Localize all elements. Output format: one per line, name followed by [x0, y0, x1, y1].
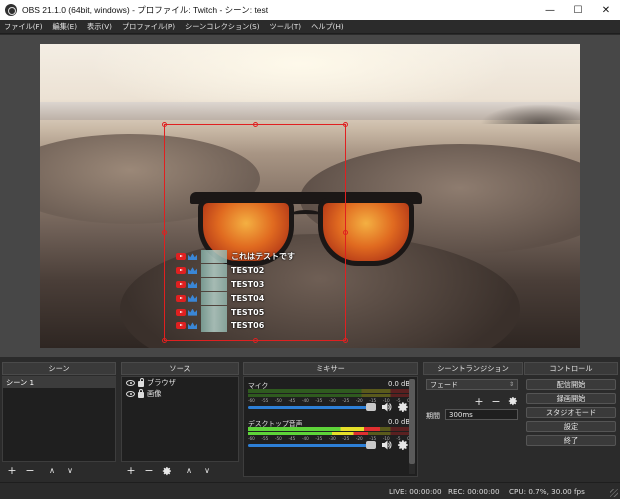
move-scene-up-button[interactable]: ∧ [46, 464, 58, 478]
scenes-dock-title: シーン [2, 362, 116, 375]
controls-dock: コントロール 配信開始 録画開始 スタジオモード 設定 終了 [524, 362, 618, 479]
gear-icon[interactable] [397, 439, 409, 451]
menu-bar: ファイル(F) 編集(E) 表示(V) プロファイル(P) シーンコレクション(… [0, 20, 620, 34]
volume-meter-level [248, 432, 368, 435]
menu-scene-collection[interactable]: シーンコレクション(S) [185, 22, 260, 32]
obs-logo-icon [5, 4, 17, 16]
source-item[interactable]: 画像 [122, 388, 238, 399]
volume-meter [248, 394, 410, 397]
minimize-button[interactable]: — [536, 0, 564, 20]
mixer-track-desktop: デスクトップ音声 0.0 dB -60 -55 -50 -45 -40 -35 -30 -25… [248, 418, 410, 462]
volume-meter-level [248, 427, 380, 431]
exit-button[interactable]: 終了 [526, 435, 616, 446]
duration-input[interactable]: 300ms [445, 409, 518, 420]
sources-toolbar: + − ∧ ∨ [121, 462, 239, 479]
transition-toolbar: + − [473, 394, 519, 408]
gear-icon[interactable] [397, 401, 409, 413]
menu-view[interactable]: 表示(V) [87, 22, 112, 32]
cpu-fps: CPU: 0.7%, 30.00 fps [509, 487, 585, 496]
resize-handle-right[interactable] [343, 230, 348, 235]
menu-help[interactable]: ヘルプ(H) [311, 22, 344, 32]
resize-handle-bottom[interactable] [253, 338, 258, 343]
start-streaming-button[interactable]: 配信開始 [526, 379, 616, 390]
controls-dock-title: コントロール [524, 362, 618, 375]
preview-canvas[interactable]: これはテストです TEST02 TEST03 TEST04 TEST05 TES… [40, 44, 580, 348]
menu-profile[interactable]: プロファイル(P) [122, 22, 175, 32]
background-trees [480, 104, 580, 124]
move-source-down-button[interactable]: ∨ [201, 464, 213, 478]
volume-meter [248, 427, 410, 431]
volume-slider-knob[interactable] [366, 441, 376, 449]
scrollbar-thumb[interactable] [409, 379, 415, 464]
title-bar: OBS 21.1.0 (64bit, windows) - プロファイル: Tw… [0, 0, 620, 20]
source-item-label: 画像 [147, 388, 162, 398]
resize-handle-top[interactable] [253, 122, 258, 127]
scenes-dock: シーン シーン 1 + − ∧ ∨ [2, 362, 116, 479]
scenes-toolbar: + − ∧ ∨ [2, 462, 116, 479]
resize-handle-top-left[interactable] [162, 122, 167, 127]
mixer-scrollbar[interactable] [409, 379, 415, 474]
source-selection-box[interactable] [162, 122, 348, 343]
source-properties-gear-icon[interactable] [161, 464, 173, 478]
lock-icon[interactable] [138, 388, 144, 398]
volume-slider[interactable] [248, 403, 376, 411]
visibility-eye-icon[interactable] [126, 390, 135, 397]
add-source-button[interactable]: + [125, 464, 137, 478]
settings-button[interactable]: 設定 [526, 421, 616, 432]
remove-transition-button[interactable]: − [490, 394, 502, 408]
resize-handle-bottom-right[interactable] [343, 338, 348, 343]
start-recording-button[interactable]: 録画開始 [526, 393, 616, 404]
volume-meter [248, 389, 410, 393]
close-button[interactable]: ✕ [592, 0, 620, 20]
scenes-list[interactable]: シーン 1 [2, 376, 116, 462]
scene-item[interactable]: シーン 1 [3, 377, 115, 388]
preview-area[interactable]: これはテストです TEST02 TEST03 TEST04 TEST05 TES… [0, 35, 620, 357]
sources-dock-title: ソース [121, 362, 239, 375]
resize-handle-bottom-left[interactable] [162, 338, 167, 343]
maximize-button[interactable]: ☐ [564, 0, 592, 20]
transitions-dock-title: シーントランジション [423, 362, 523, 375]
transition-select[interactable]: フェード ⇕ [426, 379, 518, 390]
speaker-icon[interactable] [381, 439, 392, 451]
mixer-body: マイク 0.0 dB -60 -55 -50 -45 -40 -35 -30 -25 -20 -1… [243, 376, 418, 477]
track-db: 0.0 dB [388, 418, 410, 426]
mixer-dock-title: ミキサー [243, 362, 418, 375]
resize-grip[interactable] [610, 489, 618, 497]
volume-slider[interactable] [248, 441, 376, 449]
add-transition-button[interactable]: + [473, 394, 485, 408]
resize-handle-top-right[interactable] [343, 122, 348, 127]
mixer-dock: ミキサー マイク 0.0 dB -60 -55 -50 -45 -40 -35 -30 -25… [243, 362, 418, 479]
rec-time: REC: 00:00:00 [448, 487, 500, 496]
sources-dock: ソース ブラウザ 画像 + − ∧ ∨ [121, 362, 239, 479]
speaker-icon[interactable] [381, 401, 392, 413]
menu-tools[interactable]: ツール(T) [270, 22, 302, 32]
move-source-up-button[interactable]: ∧ [183, 464, 195, 478]
add-scene-button[interactable]: + [6, 464, 18, 478]
menu-edit[interactable]: 編集(E) [53, 22, 78, 32]
source-item[interactable]: ブラウザ [122, 377, 238, 388]
source-item-label: ブラウザ [147, 377, 176, 387]
track-db: 0.0 dB [388, 380, 410, 388]
remove-scene-button[interactable]: − [24, 464, 36, 478]
status-bar: LIVE: 00:00:00 REC: 00:00:00 CPU: 0.7%, … [0, 482, 620, 499]
transitions-dock: シーントランジション フェード ⇕ + − 期間 300ms [423, 362, 523, 479]
live-time: LIVE: 00:00:00 [389, 487, 442, 496]
sources-list[interactable]: ブラウザ 画像 [121, 376, 239, 462]
menu-file[interactable]: ファイル(F) [4, 22, 43, 32]
duration-label: 期間 [426, 412, 440, 420]
resize-handle-left[interactable] [162, 230, 167, 235]
spin-arrows-icon: ⇕ [508, 381, 514, 388]
transition-gear-icon[interactable] [507, 394, 519, 408]
transition-select-value: フェード [430, 380, 458, 389]
volume-slider-knob[interactable] [366, 403, 376, 411]
remove-source-button[interactable]: − [143, 464, 155, 478]
window-title: OBS 21.1.0 (64bit, windows) - プロファイル: Tw… [22, 5, 269, 15]
studio-mode-button[interactable]: スタジオモード [526, 407, 616, 418]
visibility-eye-icon[interactable] [126, 379, 135, 386]
volume-meter [248, 432, 410, 435]
move-scene-down-button[interactable]: ∨ [64, 464, 76, 478]
unlock-icon[interactable] [138, 377, 144, 387]
